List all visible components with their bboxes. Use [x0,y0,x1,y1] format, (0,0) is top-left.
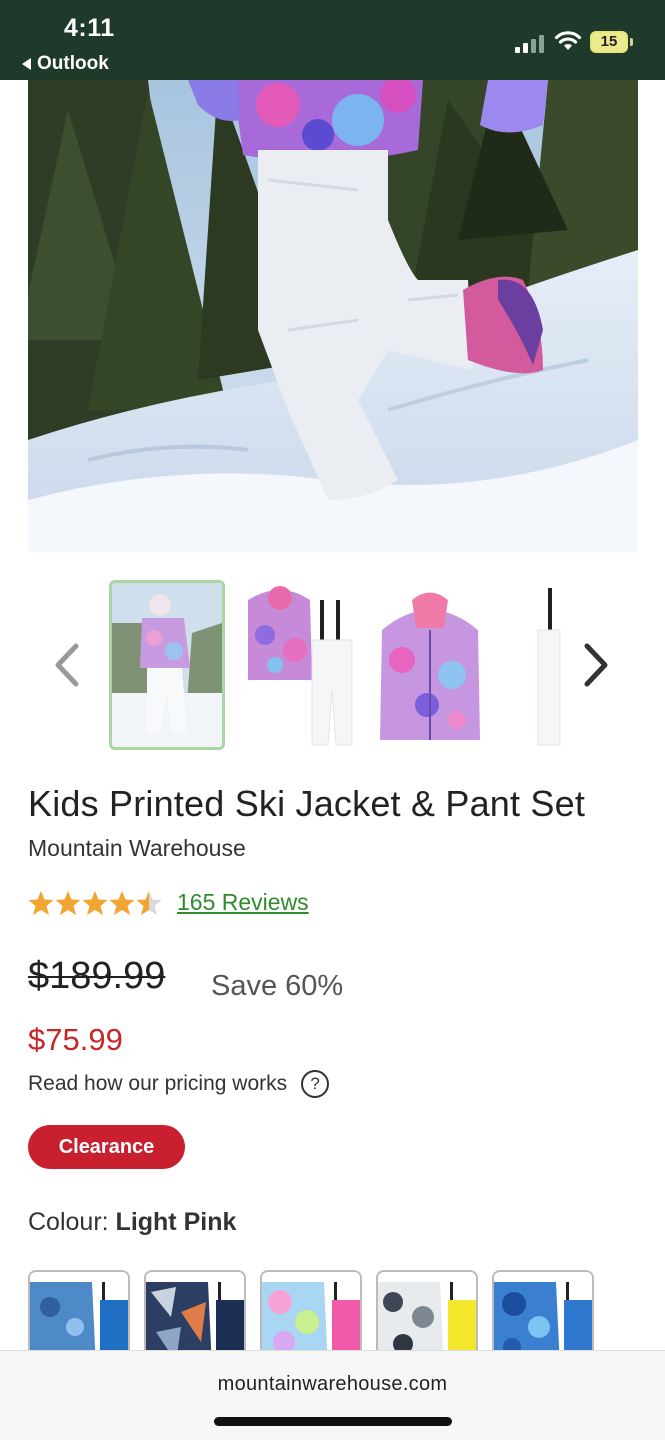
jacket-and-pants-set-thumbnail-image [240,580,356,750]
signal-icon [515,33,547,53]
star-icon [82,891,108,915]
selected-colour: Light Pink [115,1208,237,1236]
browser-address-bar[interactable]: mountainwarehouse.com [0,1350,665,1440]
status-bar: 4:11 Outlook 15 [0,0,665,80]
colour-selection-label: Colour: Light Pink [28,1208,236,1237]
child-model-thumbnail-image [112,583,222,747]
colour-label: Colour: [28,1208,109,1236]
product-brand[interactable]: Mountain Warehouse [28,835,246,862]
chevron-left-icon[interactable] [48,640,88,690]
back-arrow-icon [22,58,31,70]
home-indicator[interactable] [214,1417,452,1426]
reviews-link[interactable]: 165 Reviews [177,889,309,916]
save-percentage: Save 60% [211,970,344,1002]
product-hero-image[interactable] [28,80,638,552]
back-app-label: Outlook [37,53,109,74]
pricing-info-link[interactable]: Read how our pricing works ? [28,1070,330,1098]
wifi-icon [554,31,582,50]
product-title: Kids Printed Ski Jacket & Pant Set [28,783,586,824]
star-icon [109,891,135,915]
clearance-badge: Clearance [28,1125,185,1169]
url-text[interactable]: mountainwarehouse.com [0,1373,665,1396]
thumbnail-jacket-and-pants[interactable] [240,580,356,750]
star-rating[interactable] [28,888,164,918]
status-time: 4:11 [64,14,115,42]
star-rating-icons [28,891,162,915]
help-icon[interactable]: ? [301,1070,330,1098]
current-price: $75.99 [28,1022,123,1057]
battery-nub [630,38,633,46]
jacket-thumbnail-image [372,580,488,750]
hero-illustration [28,80,638,552]
pants-thumbnail-image [504,580,564,750]
original-price: $189.99 [28,955,166,997]
star-icon [28,891,54,915]
star-icon [55,891,81,915]
thumbnail-child-model[interactable] [109,580,225,750]
battery-icon: 15 [590,31,628,53]
back-to-app-link[interactable]: Outlook [22,53,109,75]
chevron-right-icon[interactable] [575,640,615,690]
pricing-info-label: Read how our pricing works [28,1072,288,1095]
thumbnail-jacket[interactable] [372,580,488,750]
